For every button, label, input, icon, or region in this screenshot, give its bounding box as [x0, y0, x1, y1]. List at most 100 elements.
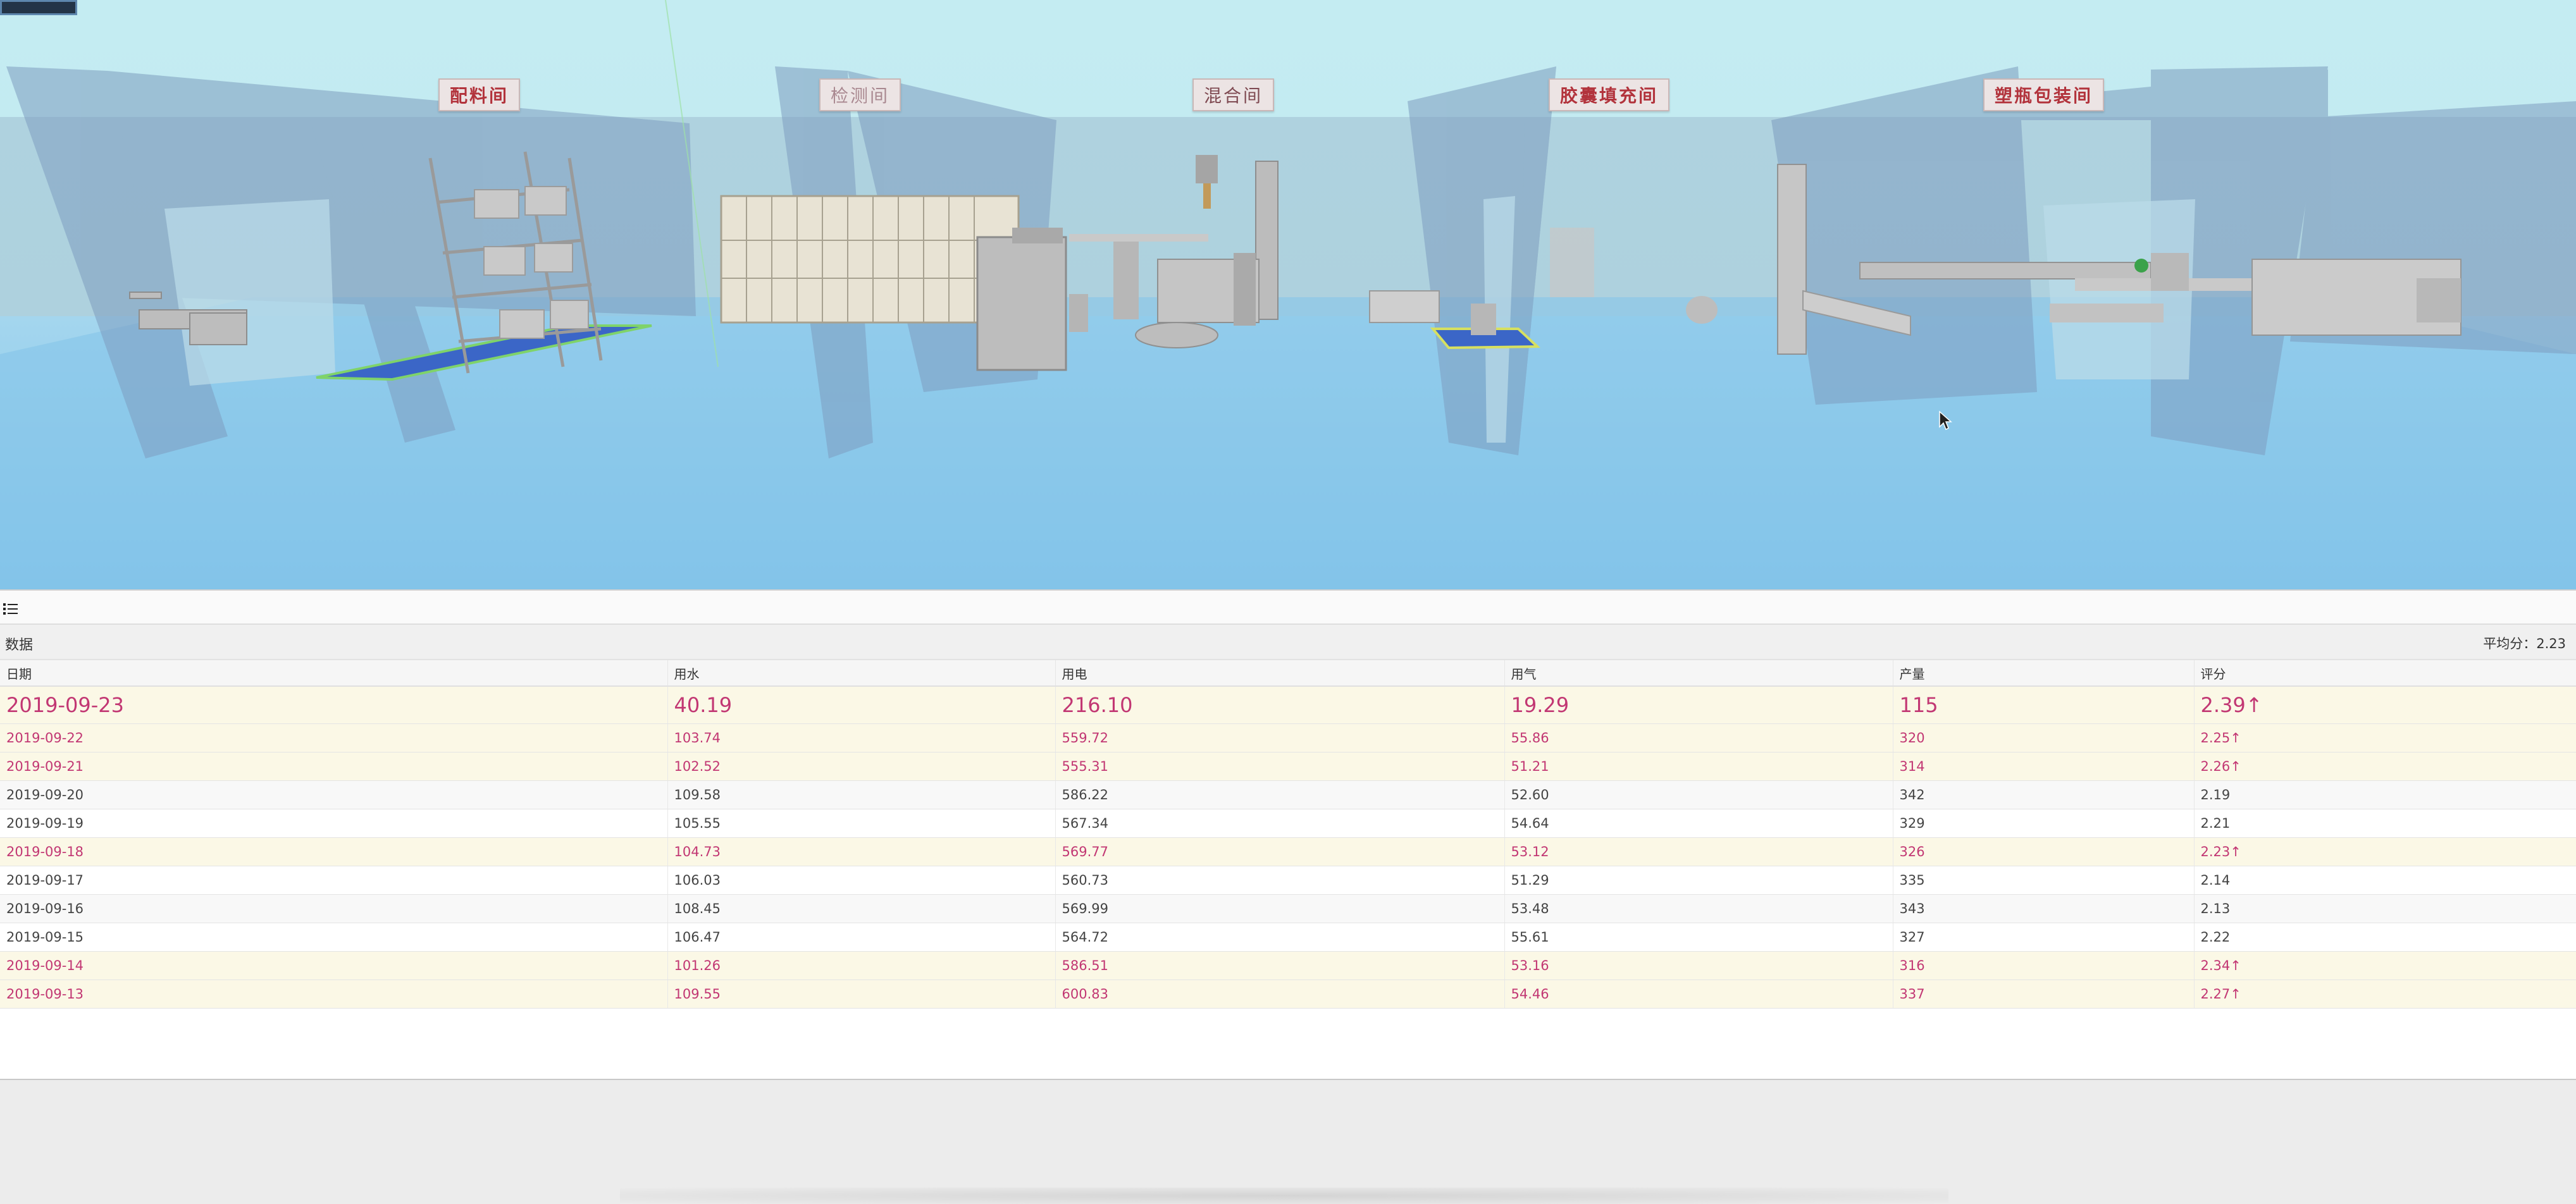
- table-row[interactable]: 2019-09-13 109.55 600.83 54.46 337 2.27↑: [0, 980, 2576, 1009]
- bottom-shadow: [620, 1188, 1948, 1204]
- cell-power: 567.34: [1055, 809, 1505, 838]
- room-label-batching[interactable]: 配料间: [438, 78, 521, 111]
- cell-date: 2019-09-14: [0, 951, 668, 980]
- cell-date: 2019-09-21: [0, 752, 668, 781]
- table-row[interactable]: 2019-09-21 102.52 555.31 51.21 314 2.26↑: [0, 752, 2576, 781]
- panel-title: 数据: [5, 637, 34, 653]
- cell-water: 102.52: [667, 752, 1056, 781]
- table-row[interactable]: 2019-09-17 106.03 560.73 51.29 335 2.14: [0, 866, 2576, 895]
- cell-output: 327: [1893, 923, 2195, 952]
- cell-gas: 53.16: [1504, 951, 1893, 980]
- cell-power: 569.77: [1055, 837, 1505, 866]
- window-corner-indicator[interactable]: [0, 0, 77, 15]
- cell-gas: 55.86: [1504, 723, 1893, 752]
- cell-water: 106.47: [667, 923, 1056, 952]
- table-row[interactable]: 2019-09-15 106.47 564.72 55.61 327 2.22: [0, 923, 2576, 952]
- cell-date: 2019-09-23: [0, 686, 668, 724]
- room-label-inspection[interactable]: 检测间: [819, 78, 901, 111]
- mouse-cursor-icon: [1939, 410, 1952, 431]
- cell-score: 2.34↑: [2194, 951, 2576, 980]
- cell-power: 600.83: [1055, 980, 1505, 1009]
- cell-water: 40.19: [667, 686, 1056, 724]
- column-header-water[interactable]: 用水: [667, 660, 1056, 687]
- cell-score: 2.23↑: [2194, 837, 2576, 866]
- cell-output: 342: [1893, 780, 2195, 809]
- data-table: 日期 用水 用电 用气 产量 评分 2019-09-23 40.19 216.10 1…: [0, 660, 2576, 1009]
- average-score: 平均分：2.23: [2483, 636, 2566, 651]
- cell-output: 326: [1893, 837, 2195, 866]
- table-body: 2019-09-23 40.19 216.10 19.29 115 2.39↑ 2019-0…: [0, 686, 2576, 1009]
- cell-output: 343: [1893, 894, 2195, 923]
- room-label-bottle-packaging[interactable]: 塑瓶包装间: [1983, 78, 2105, 111]
- cell-score: 2.39↑: [2194, 686, 2576, 724]
- panel-toolbar: [0, 591, 2576, 625]
- cell-water: 108.45: [667, 894, 1056, 923]
- cell-power: 560.73: [1055, 866, 1505, 895]
- cell-power: 586.51: [1055, 951, 1505, 980]
- cell-date: 2019-09-22: [0, 723, 668, 752]
- column-header-score[interactable]: 评分: [2194, 660, 2576, 687]
- cell-gas: 51.21: [1504, 752, 1893, 781]
- cell-score: 2.25↑: [2194, 723, 2576, 752]
- column-header-gas[interactable]: 用气: [1504, 660, 1893, 687]
- table-row[interactable]: 2019-09-18 104.73 569.77 53.12 326 2.23↑: [0, 837, 2576, 866]
- table-row[interactable]: 2019-09-20 109.58 586.22 52.60 342 2.19: [0, 780, 2576, 809]
- cell-water: 105.55: [667, 809, 1056, 838]
- cell-output: 316: [1893, 951, 2195, 980]
- column-header-output[interactable]: 产量: [1893, 660, 2195, 687]
- cell-output: 337: [1893, 980, 2195, 1009]
- cell-score: 2.14: [2194, 866, 2576, 895]
- cell-date: 2019-09-13: [0, 980, 668, 1009]
- cell-water: 101.26: [667, 951, 1056, 980]
- cell-gas: 53.48: [1504, 894, 1893, 923]
- cell-gas: 55.61: [1504, 923, 1893, 952]
- cell-water: 109.55: [667, 980, 1056, 1009]
- cell-score: 2.22: [2194, 923, 2576, 952]
- cell-score: 2.26↑: [2194, 752, 2576, 781]
- cell-water: 109.58: [667, 780, 1056, 809]
- cell-date: 2019-09-19: [0, 809, 668, 838]
- table-row[interactable]: 2019-09-22 103.74 559.72 55.86 320 2.25↑: [0, 723, 2576, 752]
- cell-output: 115: [1893, 686, 2195, 724]
- cell-water: 104.73: [667, 837, 1056, 866]
- cell-date: 2019-09-18: [0, 837, 668, 866]
- panel-header: 数据 平均分：2.23: [0, 625, 2576, 660]
- cell-gas: 19.29: [1504, 686, 1893, 724]
- cell-date: 2019-09-20: [0, 780, 668, 809]
- cell-gas: 52.60: [1504, 780, 1893, 809]
- cell-power: 586.22: [1055, 780, 1505, 809]
- cell-gas: 51.29: [1504, 866, 1893, 895]
- cell-output: 320: [1893, 723, 2195, 752]
- table-row[interactable]: 2019-09-14 101.26 586.51 53.16 316 2.34↑: [0, 951, 2576, 980]
- cell-gas: 54.46: [1504, 980, 1893, 1009]
- cell-power: 564.72: [1055, 923, 1505, 952]
- bottom-area: [0, 1079, 2576, 1204]
- table-row[interactable]: 2019-09-19 105.55 567.34 54.64 329 2.21: [0, 809, 2576, 838]
- cell-gas: 53.12: [1504, 837, 1893, 866]
- cell-water: 103.74: [667, 723, 1056, 752]
- cell-date: 2019-09-16: [0, 894, 668, 923]
- cell-score: 2.13: [2194, 894, 2576, 923]
- room-label-mixing[interactable]: 混合间: [1192, 78, 1275, 111]
- cell-output: 314: [1893, 752, 2195, 781]
- table-header-row: 日期 用水 用电 用气 产量 评分: [0, 660, 2576, 687]
- room-label-capsule-filling[interactable]: 胶囊填充间: [1549, 78, 1670, 111]
- factory-3d-view[interactable]: 配料间 检测间 混合间 胶囊填充间 塑瓶包装间: [0, 0, 2576, 589]
- cell-score: 2.27↑: [2194, 980, 2576, 1009]
- cell-power: 216.10: [1055, 686, 1505, 724]
- data-panel: 数据 平均分：2.23 日期 用水 用电 用气 产量 评分 2019-09-23…: [0, 589, 2576, 1081]
- cell-output: 329: [1893, 809, 2195, 838]
- cell-output: 335: [1893, 866, 2195, 895]
- column-header-power[interactable]: 用电: [1055, 660, 1505, 687]
- table-row[interactable]: 2019-09-16 108.45 569.99 53.48 343 2.13: [0, 894, 2576, 923]
- cell-score: 2.19: [2194, 780, 2576, 809]
- list-icon[interactable]: [3, 602, 19, 616]
- table-row[interactable]: 2019-09-23 40.19 216.10 19.29 115 2.39↑: [0, 686, 2576, 724]
- cell-gas: 54.64: [1504, 809, 1893, 838]
- cell-score: 2.21: [2194, 809, 2576, 838]
- scene-canvas[interactable]: [0, 0, 2576, 589]
- cell-power: 569.99: [1055, 894, 1505, 923]
- cell-water: 106.03: [667, 866, 1056, 895]
- cell-date: 2019-09-17: [0, 866, 668, 895]
- column-header-date[interactable]: 日期: [0, 660, 668, 687]
